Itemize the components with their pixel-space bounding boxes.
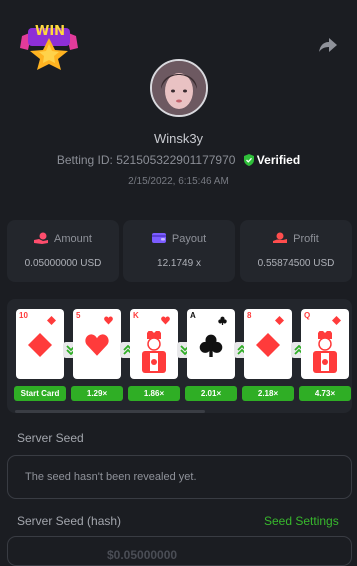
verified-badge: Verified [256,153,301,167]
payout-label: Payout [171,233,207,245]
card-rank: A [190,311,196,320]
server-seed-hash-field[interactable] [7,536,352,566]
amount-label: Amount [54,233,92,245]
hand-coin-icon [273,232,288,243]
card-rank: 5 [76,311,81,320]
profit-label: Profit [293,233,319,245]
card-rank: 8 [247,311,252,320]
stat-profit: Profit 0.55874500 USD [240,220,352,282]
card-multiplier-badge: 2.18× [242,386,294,401]
server-seed-label: Server Seed [17,431,84,445]
profit-value: 0.55874500 USD [257,258,335,269]
diamond-suit-icon [275,312,284,330]
card-multiplier-badge: 2.01× [185,386,237,401]
diamond-suit-icon [47,312,56,330]
face-card-figure-icon [134,329,174,379]
card-multiplier-badge: 1.86× [128,386,180,401]
betting-id: Betting ID: 521505322901177970 [56,153,236,167]
playing-card: A [187,309,235,379]
playing-card: K [130,309,178,379]
win-logo: WIN [18,20,80,70]
share-icon[interactable] [318,36,338,54]
hash-peek-text: $0.05000000 [107,548,178,562]
playing-card: Q [301,309,349,379]
betting-id-line: Betting ID: 521505322901177970 Verified [0,153,357,167]
coins-hand-icon [34,232,49,244]
payout-value: 12.1749 x [157,258,201,269]
stat-payout: Payout 12.1749 x [123,220,235,282]
seed-settings-link[interactable]: Seed Settings [264,514,339,528]
playing-card: 5 [73,309,121,379]
face-card-figure-icon [305,329,345,379]
card-multiplier-badge: 1.29× [71,386,123,401]
cards-history-strip[interactable]: 10 Start Card 5 1.29× K 1.86× A 2.01× 8 2.18× Q 4… [7,299,352,413]
card-rank: 10 [19,311,28,320]
card-rank: Q [304,311,311,320]
club-suit-icon [218,312,227,330]
logo-text: WIN [35,24,66,39]
bet-datetime: 2/15/2022, 6:15:46 AM [128,176,229,187]
playing-card: 8 [244,309,292,379]
server-seed-hash-label: Server Seed (hash) [17,514,122,528]
club-large-icon [199,333,223,362]
heart-large-icon [85,333,109,362]
heart-suit-icon [104,312,113,330]
stat-amount: Amount 0.05000000 USD [7,220,119,282]
cards-scrollbar[interactable] [15,410,205,413]
server-seed-value: The seed hasn't been revealed yet. [25,471,197,483]
playing-card: 10 [16,309,64,379]
amount-value: 0.05000000 USD [24,258,102,269]
card-multiplier-badge: Start Card [14,386,66,401]
heart-suit-icon [161,312,170,330]
server-seed-field[interactable]: The seed hasn't been revealed yet. [7,455,352,499]
diamond-large-icon [256,333,280,362]
username: Winsk3y [153,131,204,146]
card-rank: K [133,311,139,320]
diamond-suit-icon [332,312,341,330]
verified-shield-icon [243,154,254,166]
diamond-large-icon [28,333,52,362]
card-multiplier-badge: 4.73× [299,386,351,401]
avatar [150,59,208,117]
wallet-icon [151,233,166,243]
